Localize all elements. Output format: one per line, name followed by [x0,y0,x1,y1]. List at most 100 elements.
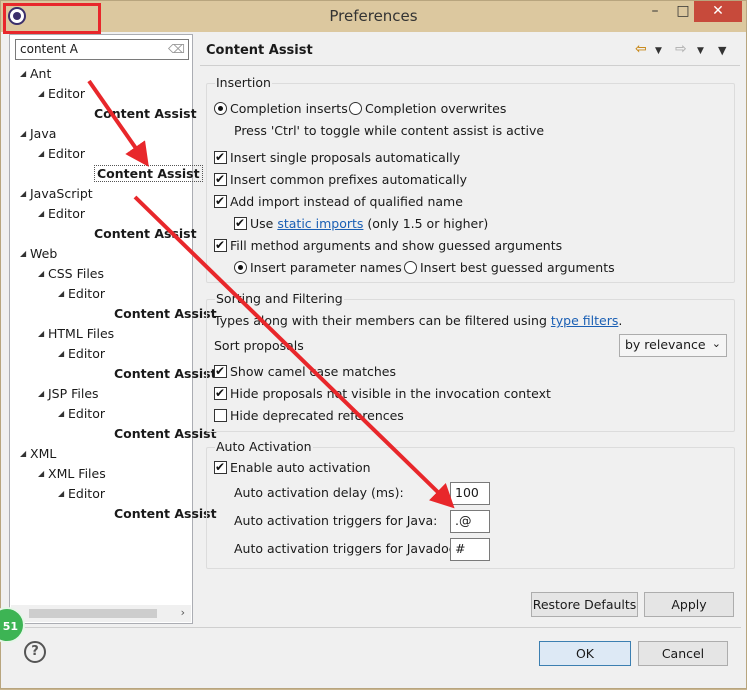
tree-item-jsp-files[interactable]: ◢ JSP Files [38,384,99,404]
completion-overwrites-radio[interactable]: Completion overwrites [349,100,506,118]
tree-item-label: Content Assist [114,306,217,321]
restore-defaults-button[interactable]: Restore Defaults [531,592,638,617]
checkbox-indicator[interactable] [214,362,227,380]
maximize-button[interactable]: □ [669,1,697,22]
tree-item-content-assist[interactable]: Content Assist [94,224,197,244]
java-triggers-input[interactable]: .@ [450,510,490,533]
tree-expand-icon[interactable]: ◢ [38,204,48,224]
camel-case-checkbox[interactable]: Show camel case matches [214,362,396,381]
insert-best-guessed-radio[interactable]: Insert best guessed arguments [404,259,615,277]
tree-item-javascript[interactable]: ◢ JavaScript [20,184,93,204]
tree-item-editor[interactable]: ◢ Editor [58,284,105,304]
checkbox-indicator[interactable] [214,458,227,476]
auto-activation-delay-input[interactable]: 100 [450,482,490,505]
page-title: Content Assist [206,43,313,58]
minimize-button[interactable]: – [641,1,669,22]
sort-proposals-select[interactable]: by relevance ⌄ [619,334,727,357]
page-header: Content Assist ⇦ ▼ ⇨ ▼ ▼ [197,37,739,65]
auto-activation-delay-label: Auto activation delay (ms): [234,485,404,500]
checkbox-indicator[interactable] [214,384,227,402]
enable-auto-activation-checkbox[interactable]: Enable auto activation [214,458,371,477]
tree-expand-icon[interactable]: ◢ [20,184,30,204]
tree-item-content-assist[interactable]: Content Assist [94,164,203,184]
tree-item-editor[interactable]: ◢ Editor [38,84,85,104]
forward-arrow-icon[interactable]: ⇨ [675,41,687,57]
back-menu-chevron-icon[interactable]: ▼ [655,46,662,56]
radio-indicator[interactable] [349,102,362,115]
checkbox-indicator[interactable] [214,236,227,254]
tree-item-css-files[interactable]: ◢ CSS Files [38,264,104,284]
tree-item-editor[interactable]: ◢ Editor [58,484,105,504]
chevron-down-icon[interactable]: ▼ [718,44,726,57]
checkbox-indicator[interactable] [214,170,227,188]
tree-item-editor[interactable]: ◢ Editor [38,144,85,164]
checkbox-indicator[interactable] [214,409,227,422]
tree-expand-icon[interactable]: ◢ [38,384,48,404]
add-import-checkbox[interactable]: Add import instead of qualified name [214,192,463,211]
tree-expand-icon[interactable]: ◢ [20,124,30,144]
tree-item-label: Content Assist [114,506,217,521]
tree-item-editor[interactable]: ◢ Editor [58,344,105,364]
tree-item-content-assist[interactable]: Content Assist [114,304,217,324]
tree-expand-icon[interactable]: ◢ [38,264,48,284]
type-filters-link[interactable]: type filters [551,313,619,328]
tree-item-content-assist[interactable]: Content Assist [114,424,217,444]
back-arrow-icon[interactable]: ⇦ [635,41,647,57]
hide-not-visible-checkbox[interactable]: Hide proposals not visible in the invoca… [214,384,551,403]
insert-parameter-names-radio[interactable]: Insert parameter names [234,259,402,277]
cancel-button[interactable]: Cancel [638,641,728,666]
java-triggers-label: Auto activation triggers for Java: [234,513,438,528]
ok-button[interactable]: OK [539,641,631,666]
title-bar[interactable]: Preferences – □ ✕ [1,1,746,32]
tree-item-content-assist[interactable]: Content Assist [114,504,217,524]
javadoc-triggers-input[interactable]: # [450,538,490,561]
tree-item-xml-files[interactable]: ◢ XML Files [38,464,106,484]
tree-item-content-assist[interactable]: Content Assist [94,104,197,124]
tree-expand-icon[interactable]: ◢ [58,344,68,364]
tree-horizontal-scrollbar[interactable]: ‹ › [11,605,191,622]
forward-menu-chevron-icon[interactable]: ▼ [697,46,704,56]
tree-expand-icon[interactable]: ◢ [58,484,68,504]
tree-expand-icon[interactable]: ◢ [38,464,48,484]
radio-indicator[interactable] [234,261,247,274]
period-text: . [618,313,623,328]
tree-item-editor[interactable]: ◢ Editor [38,204,85,224]
scrollbar-thumb[interactable] [29,609,157,618]
close-button[interactable]: ✕ [694,1,742,22]
checkbox-indicator[interactable] [214,148,227,166]
checkbox-label: Fill method arguments and show guessed a… [230,238,563,253]
hide-deprecated-checkbox[interactable]: Hide deprecated references [214,407,404,425]
filter-input[interactable]: content A ⌫ [15,39,189,60]
tree-expand-icon[interactable]: ◢ [20,64,30,84]
radio-indicator[interactable] [214,102,227,115]
tree-expand-icon[interactable]: ◢ [20,444,30,464]
radio-indicator[interactable] [404,261,417,274]
completion-inserts-radio[interactable]: Completion inserts [214,100,348,118]
help-icon[interactable]: ? [24,641,46,663]
tree-item-web[interactable]: ◢ Web [20,244,57,264]
common-prefixes-checkbox[interactable]: Insert common prefixes automatically [214,170,467,189]
scroll-right-icon[interactable]: › [181,606,185,619]
static-imports-link[interactable]: static imports [277,216,363,231]
tree-expand-icon[interactable]: ◢ [38,84,48,104]
fill-arguments-checkbox[interactable]: Fill method arguments and show guessed a… [214,236,563,255]
tree-item-html-files[interactable]: ◢ HTML Files [38,324,114,344]
tree-item-java[interactable]: ◢ Java [20,124,56,144]
apply-button[interactable]: Apply [644,592,734,617]
tree-expand-icon[interactable]: ◢ [38,144,48,164]
tree-item-label: Content Assist [114,426,217,441]
radio-label: Completion overwrites [365,101,507,116]
eraser-icon[interactable]: ⌫ [168,42,185,56]
checkbox-indicator[interactable] [234,214,247,232]
tree-item-xml[interactable]: ◢ XML [20,444,56,464]
tree-expand-icon[interactable]: ◢ [58,284,68,304]
single-proposals-checkbox[interactable]: Insert single proposals automatically [214,148,460,167]
tree-item-content-assist[interactable]: Content Assist [114,364,217,384]
tree-item-editor[interactable]: ◢ Editor [58,404,105,424]
tree-expand-icon[interactable]: ◢ [20,244,30,264]
tree-item-ant[interactable]: ◢ Ant [20,64,51,84]
checkbox-indicator[interactable] [214,192,227,210]
use-static-imports-checkbox[interactable]: Use static imports (only 1.5 or higher) [234,214,488,233]
tree-expand-icon[interactable]: ◢ [38,324,48,344]
tree-expand-icon[interactable]: ◢ [58,404,68,424]
